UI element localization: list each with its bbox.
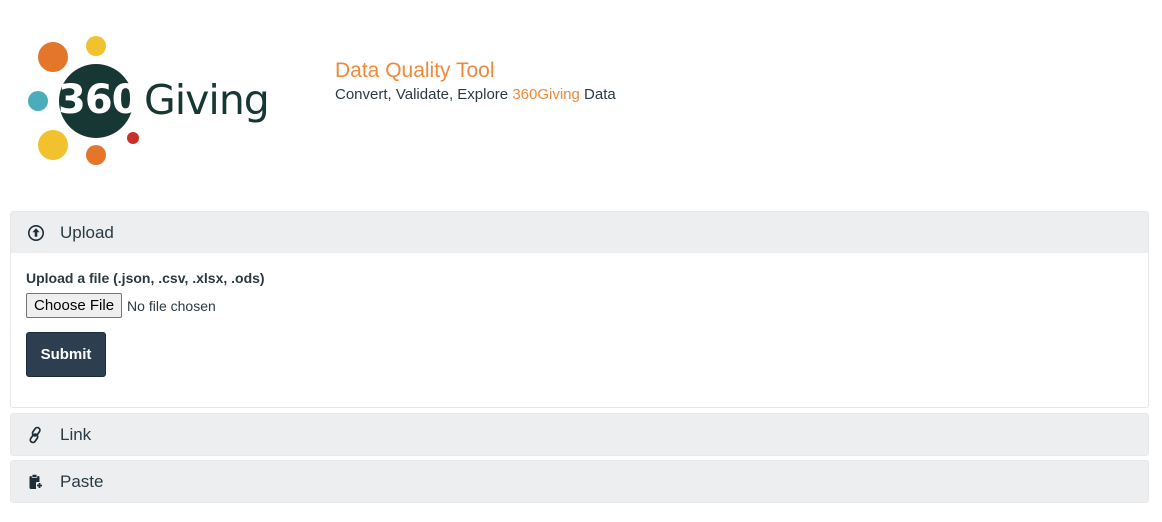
upload-panel-label: Upload (60, 222, 114, 242)
tool-title: Data Quality Tool (335, 59, 495, 82)
paste-panel-header[interactable]: Paste (11, 461, 1148, 502)
link-icon (27, 426, 45, 444)
logo-number: 360 (58, 77, 139, 123)
subtitle-accent: 360Giving (512, 86, 580, 103)
clipboard-paste-icon (27, 473, 45, 491)
link-panel: Link (10, 413, 1149, 456)
link-panel-header[interactable]: Link (11, 414, 1148, 455)
tool-subtitle: Convert, Validate, Explore 360Giving Dat… (335, 86, 616, 104)
paste-panel-label: Paste (60, 471, 104, 491)
subtitle-prefix: Convert, Validate, Explore (335, 86, 513, 103)
page-header: 360 Giving Data Quality Tool Convert, Va… (0, 0, 1162, 200)
360giving-logo[interactable]: 360 Giving (24, 34, 274, 170)
upload-circle-icon (27, 224, 45, 242)
upload-panel-header[interactable]: Upload (11, 212, 1148, 253)
file-input[interactable]: Choose File No file chosen (26, 293, 1133, 318)
upload-panel-body: Upload a file (.json, .csv, .xlsx, .ods)… (11, 253, 1148, 391)
link-panel-label: Link (60, 424, 92, 444)
upload-field-label: Upload a file (.json, .csv, .xlsx, .ods) (26, 270, 265, 286)
subtitle-suffix: Data (579, 86, 616, 103)
submit-button[interactable]: Submit (26, 332, 106, 377)
paste-panel: Paste (10, 460, 1149, 503)
file-status-text: No file chosen (127, 297, 216, 314)
logo-word: Giving (144, 76, 270, 124)
choose-file-button[interactable]: Choose File (26, 293, 123, 318)
upload-panel: Upload Upload a file (.json, .csv, .xlsx… (10, 211, 1149, 408)
